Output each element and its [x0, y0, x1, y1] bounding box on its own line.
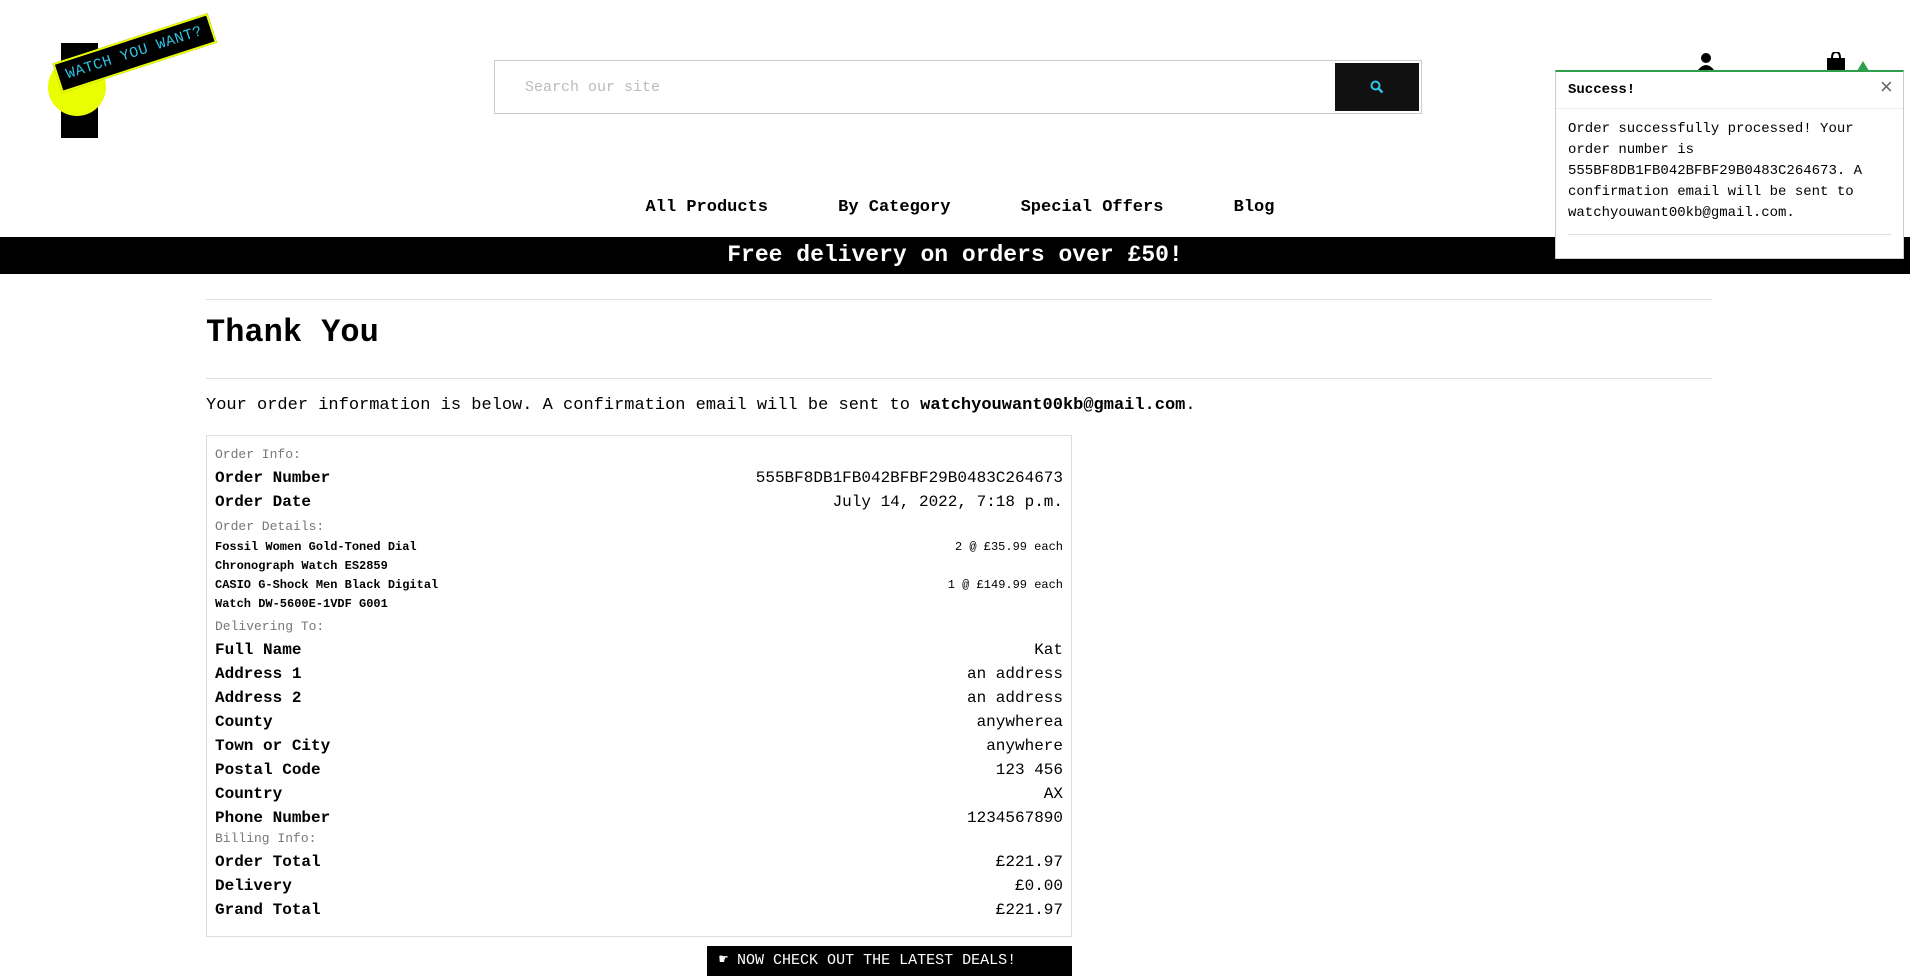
- delivery-label: Full Name: [215, 641, 302, 659]
- delivery-row: Full Name Kat: [215, 638, 1063, 662]
- order-number-value: 555BF8DB1FB042BFBF29B0483C264673: [755, 469, 1063, 487]
- delivery-value: Kat: [1034, 641, 1063, 659]
- latest-deals-label: NOW CHECK OUT THE LATEST DEALS!: [737, 952, 1017, 969]
- page-title: Thank You: [206, 314, 379, 351]
- delivery-row: Town or City anywhere: [215, 734, 1063, 758]
- section-label-order-info: Order Info:: [215, 447, 301, 462]
- delivery-label: Country: [215, 785, 283, 803]
- intro-suffix: .: [1185, 396, 1196, 415]
- delivery-row: Address 1 an address: [215, 662, 1063, 686]
- nav-all-products[interactable]: All Products: [646, 198, 768, 217]
- section-label-delivering-to: Delivering To:: [215, 619, 325, 634]
- billing-label: Grand Total: [215, 901, 321, 919]
- divider-top: [206, 299, 1712, 300]
- site-logo[interactable]: WATCH YOU WANT?: [48, 13, 228, 143]
- latest-deals-button[interactable]: ☛ NOW CHECK OUT THE LATEST DEALS!: [707, 946, 1072, 976]
- billing-value: £221.97: [995, 901, 1063, 919]
- order-item-name: CASIO G-Shock Men Black Digital Watch DW…: [215, 578, 439, 611]
- order-intro: Your order information is below. A confi…: [206, 396, 1196, 415]
- order-number-row: Order Number 555BF8DB1FB042BFBF29B0483C2…: [215, 466, 1063, 490]
- search-button[interactable]: [1335, 63, 1419, 111]
- search-icon: [1370, 80, 1384, 94]
- order-item-name: Fossil Women Gold-Toned Dial Chronograph…: [215, 540, 417, 573]
- delivery-label: Address 1: [215, 665, 302, 683]
- billing-row: Order Total £221.97: [215, 850, 1063, 874]
- delivery-row: Country AX: [215, 782, 1063, 806]
- user-icon: [1698, 53, 1714, 70]
- divider-bottom: [206, 378, 1712, 379]
- shopping-bag-icon: [1827, 50, 1845, 70]
- delivery-value: 123 456: [995, 761, 1063, 779]
- order-item-qty: 2 @ £35.99 each: [954, 540, 1063, 554]
- order-number-label: Order Number: [215, 469, 331, 487]
- billing-value: £0.00: [1014, 877, 1063, 895]
- billing-label: Delivery: [215, 877, 292, 895]
- order-summary: Order Info: Order Number 555BF8DB1FB042B…: [206, 435, 1072, 937]
- order-item: Fossil Women Gold-Toned Dial Chronograph…: [215, 538, 1063, 576]
- section-label-order-details: Order Details:: [215, 519, 325, 534]
- toast-divider: [1568, 234, 1891, 235]
- toast-message: Order successfully processed! Your order…: [1568, 121, 1863, 221]
- toast-header: Success! ×: [1556, 72, 1903, 109]
- delivery-label: Phone Number: [215, 809, 331, 827]
- hand-icon: ☛: [719, 952, 729, 969]
- delivery-value: anywherea: [976, 713, 1063, 731]
- delivery-row: Address 2 an address: [215, 686, 1063, 710]
- delivery-label: Postal Code: [215, 761, 321, 779]
- delivery-row: Phone Number 1234567890: [215, 806, 1063, 830]
- intro-text: Your order information is below. A confi…: [206, 396, 921, 415]
- delivery-label: Address 2: [215, 689, 302, 707]
- delivery-value: an address: [966, 665, 1063, 683]
- search-input[interactable]: [495, 61, 1335, 113]
- nav-special-offers[interactable]: Special Offers: [1021, 198, 1164, 217]
- intro-email: watchyouwant00kb@gmail.com: [920, 396, 1186, 415]
- delivery-label: Town or City: [215, 737, 331, 755]
- delivery-row: Postal Code 123 456: [215, 758, 1063, 782]
- section-label-billing-info: Billing Info:: [215, 831, 317, 846]
- delivery-value: 1234567890: [966, 809, 1063, 827]
- nav-blog[interactable]: Blog: [1234, 198, 1275, 217]
- billing-value: £221.97: [995, 853, 1063, 871]
- order-date-label: Order Date: [215, 493, 312, 511]
- billing-label: Order Total: [215, 853, 321, 871]
- order-item-qty: 1 @ £149.99 each: [947, 578, 1063, 592]
- billing-row: Grand Total £221.97: [215, 898, 1063, 922]
- close-icon[interactable]: ×: [1880, 76, 1893, 101]
- nav-by-category[interactable]: By Category: [838, 198, 950, 217]
- success-toast: Success! × Order successfully processed!…: [1555, 70, 1904, 259]
- delivery-value: AX: [1043, 785, 1063, 803]
- order-date-row: Order Date July 14, 2022, 7:18 p.m.: [215, 490, 1063, 514]
- delivery-value: an address: [966, 689, 1063, 707]
- toast-title: Success!: [1568, 82, 1636, 98]
- search-bar: [494, 60, 1422, 114]
- order-date-value: July 14, 2022, 7:18 p.m.: [832, 493, 1063, 511]
- billing-row: Delivery £0.00: [215, 874, 1063, 898]
- delivery-row: County anywherea: [215, 710, 1063, 734]
- delivery-value: anywhere: [986, 737, 1063, 755]
- order-item: CASIO G-Shock Men Black Digital Watch DW…: [215, 576, 1063, 614]
- delivery-label: County: [215, 713, 273, 731]
